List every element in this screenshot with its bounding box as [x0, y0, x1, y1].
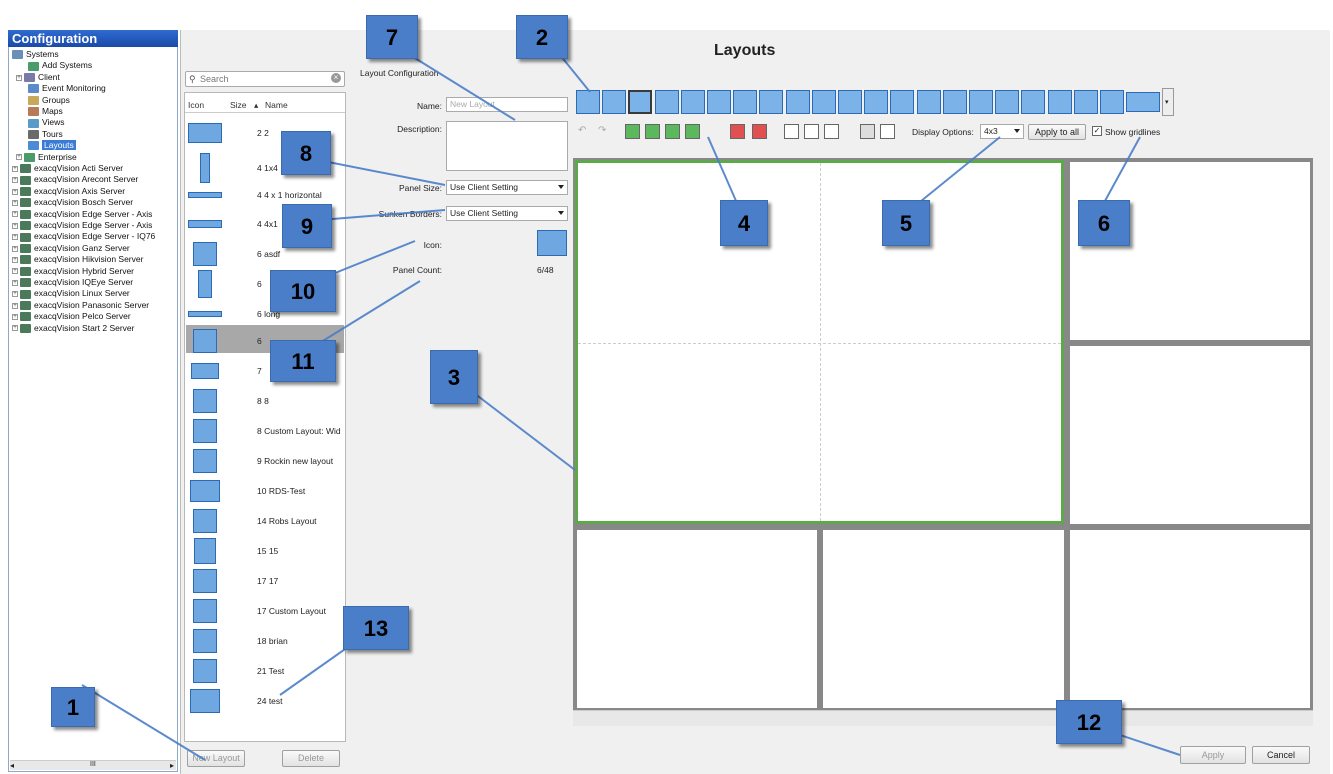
- callout-9: 9: [282, 204, 332, 248]
- callout-7: 7: [366, 15, 418, 59]
- callout-12: 12: [1056, 700, 1122, 744]
- callout-pointers: [81, 54, 1181, 761]
- callout-3: 3: [430, 350, 478, 404]
- callout-1: 1: [51, 687, 95, 727]
- callout-6: 6: [1078, 200, 1130, 246]
- callout-10: 10: [270, 270, 336, 312]
- callout-5: 5: [882, 200, 930, 246]
- callout-13: 13: [343, 606, 409, 650]
- callout-2: 2: [516, 15, 568, 59]
- callout-8: 8: [281, 131, 331, 175]
- callout-11: 11: [270, 340, 336, 382]
- callout-4: 4: [720, 200, 768, 246]
